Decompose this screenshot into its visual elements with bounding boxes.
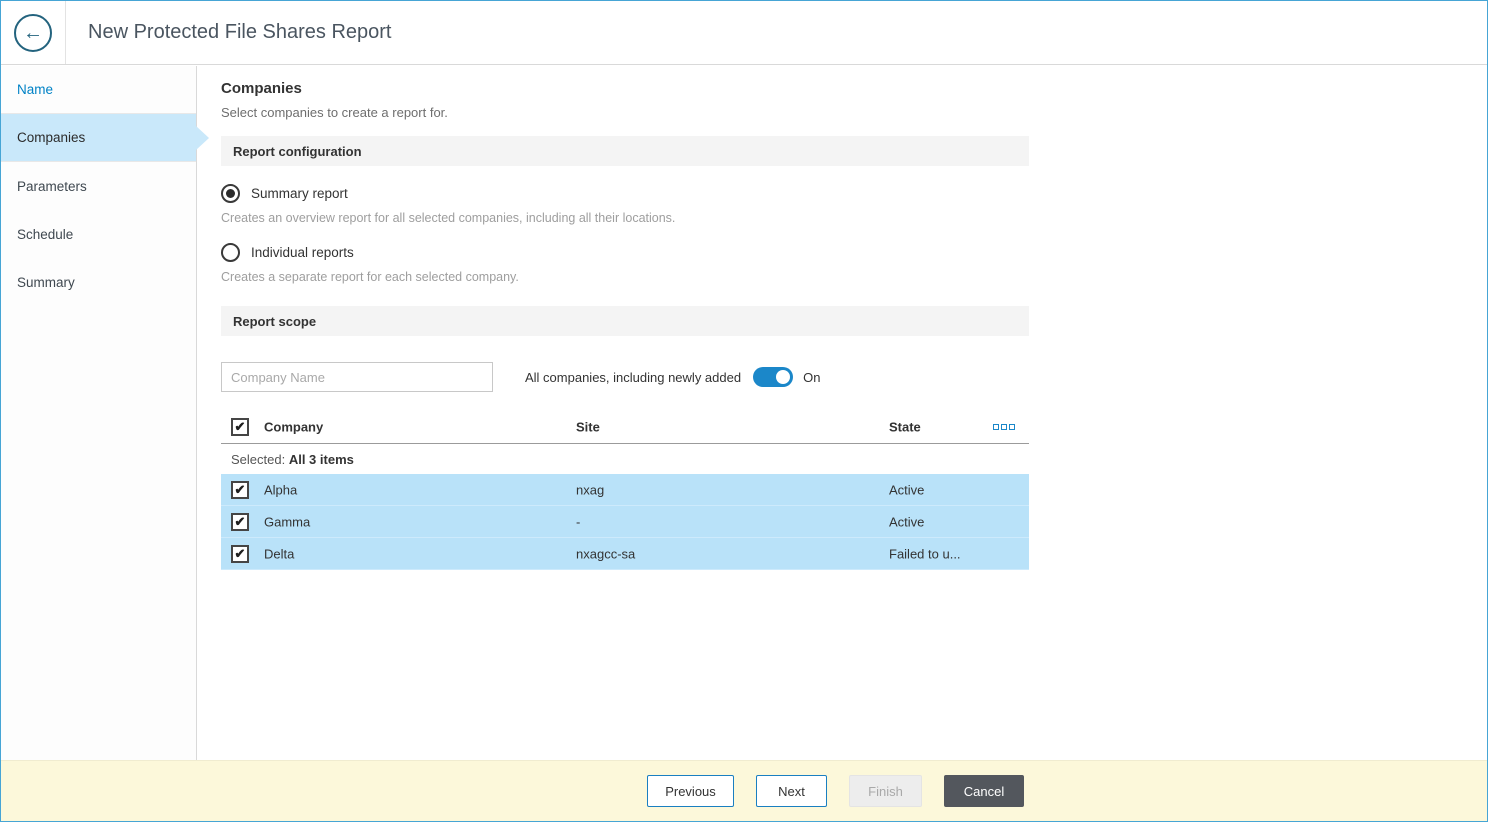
check-icon: ✔	[234, 546, 246, 561]
column-header-state[interactable]: State	[889, 419, 921, 434]
column-header-company[interactable]: Company	[264, 419, 323, 434]
next-button[interactable]: Next	[756, 775, 827, 807]
radio-summary-report[interactable]: Summary report	[221, 184, 1029, 203]
wizard-window: ← New Protected File Shares Report Name …	[0, 0, 1488, 822]
selection-summary: Selected: All 3 items	[221, 444, 1029, 474]
row-checkbox[interactable]: ✔	[231, 512, 249, 531]
radio-individual-reports[interactable]: Individual reports	[221, 243, 1029, 262]
table-row[interactable]: ✔ Alpha nxag Active	[221, 474, 1029, 506]
toggle-state-text: On	[803, 369, 821, 385]
cell-state: Active	[889, 482, 925, 497]
sidebar-item-companies[interactable]: Companies	[1, 114, 196, 162]
all-companies-toggle[interactable]	[753, 367, 794, 387]
radio-individual-label: Individual reports	[251, 245, 354, 260]
sidebar-item-schedule[interactable]: Schedule	[1, 210, 196, 258]
all-companies-toggle-label: All companies, including newly added	[525, 369, 742, 385]
sidebar-item-summary[interactable]: Summary	[1, 258, 196, 306]
check-icon: ✔	[234, 419, 246, 434]
table-row[interactable]: ✔ Delta nxagcc-sa Failed to u...	[221, 538, 1029, 570]
cell-company: Alpha	[264, 482, 298, 497]
back-button[interactable]: ←	[14, 13, 52, 52]
page-title: New Protected File Shares Report	[65, 1, 391, 64]
footer-buttons: Previous Next Finish Cancel	[647, 775, 1024, 807]
previous-button[interactable]: Previous	[647, 775, 734, 807]
cell-company: Gamma	[264, 514, 311, 529]
header: ← New Protected File Shares Report	[1, 1, 1487, 65]
cell-site: -	[576, 514, 581, 529]
sidebar-item-name[interactable]: Name	[1, 66, 196, 114]
row-checkbox[interactable]: ✔	[231, 480, 249, 499]
wizard-steps-sidebar: Name Companies Parameters Schedule Summa…	[1, 66, 197, 760]
step-title: Companies	[221, 80, 302, 97]
select-all-checkbox[interactable]: ✔	[231, 417, 249, 436]
main-content: Companies Select companies to create a r…	[198, 66, 1487, 760]
toggle-knob	[776, 370, 791, 384]
sidebar-item-parameters[interactable]: Parameters	[1, 162, 196, 210]
scope-controls-row: All companies, including newly added On	[221, 362, 1029, 392]
section-report-scope: Report scope	[221, 306, 1029, 336]
back-button-area: ←	[1, 1, 65, 64]
cell-site: nxag	[576, 482, 605, 497]
cell-state: Failed to u...	[889, 546, 961, 561]
radio-summary-description: Creates an overview report for all selec…	[221, 211, 676, 225]
table-row[interactable]: ✔ Gamma - Active	[221, 506, 1029, 538]
check-icon: ✔	[234, 514, 246, 529]
section-report-configuration: Report configuration	[221, 136, 1029, 166]
cell-company: Delta	[264, 546, 295, 561]
radio-selected-icon[interactable]	[221, 184, 240, 203]
company-name-input[interactable]	[221, 362, 493, 392]
column-chooser-icon[interactable]	[993, 423, 1015, 430]
check-icon: ✔	[234, 482, 246, 497]
wizard-footer: Previous Next Finish Cancel	[1, 760, 1487, 821]
step-subtitle: Select companies to create a report for.	[221, 105, 448, 120]
cell-site: nxagcc-sa	[576, 546, 636, 561]
radio-summary-label: Summary report	[251, 186, 348, 201]
radio-individual-description: Creates a separate report for each selec…	[221, 270, 519, 284]
selected-label: Selected:	[231, 452, 286, 467]
selected-count: All 3 items	[288, 452, 354, 467]
companies-table-header: ✔ Company Site State	[221, 410, 1029, 444]
back-arrow-icon: ←	[23, 21, 43, 44]
radio-unselected-icon[interactable]	[221, 243, 240, 262]
row-checkbox[interactable]: ✔	[231, 544, 249, 563]
column-header-site[interactable]: Site	[576, 419, 600, 434]
cancel-button[interactable]: Cancel	[944, 775, 1024, 807]
finish-button[interactable]: Finish	[849, 775, 922, 807]
cell-state: Active	[889, 514, 925, 529]
